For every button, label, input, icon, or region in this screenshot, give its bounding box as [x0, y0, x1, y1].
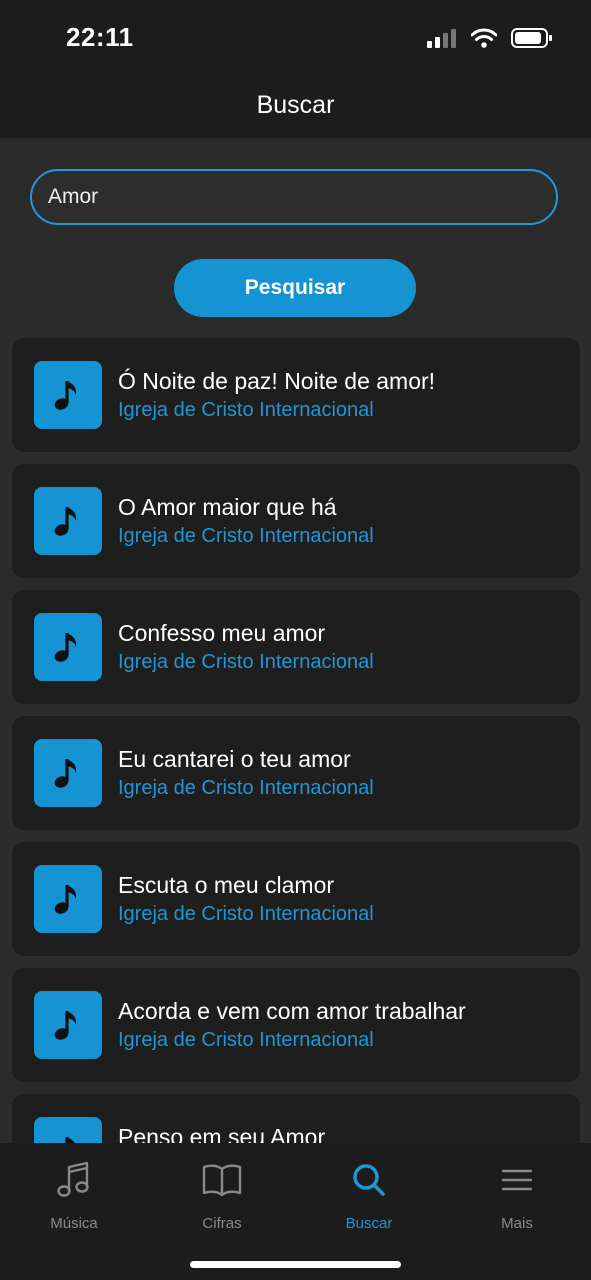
search-input[interactable]: [32, 171, 556, 223]
list-item[interactable]: O Amor maior que há Igreja de Cristo Inte…: [12, 464, 580, 578]
song-artist: Igreja de Cristo Internacional: [118, 525, 374, 547]
song-title: Acorda e vem com amor trabalhar: [118, 998, 466, 1024]
nav-bar: Buscar: [0, 80, 591, 138]
song-title: Escuta o meu clamor: [118, 872, 335, 898]
song-thumbnail: [34, 487, 102, 555]
music-note-icon: [54, 507, 77, 536]
song-artist: Igreja de Cristo Internacional: [118, 1029, 374, 1051]
tab-label: Buscar: [345, 1215, 393, 1232]
music-note-icon: [54, 633, 77, 662]
music-note-icon: [65, 1137, 75, 1143]
song-title: Eu cantarei o teu amor: [118, 746, 351, 772]
list-item[interactable]: Confesso meu amor Igreja de Cristo Intern…: [12, 590, 580, 704]
song-title: O Amor maior que há: [118, 494, 337, 520]
music-note-icon: [54, 885, 77, 914]
song-thumbnail: [34, 739, 102, 807]
song-thumbnail: [34, 865, 102, 933]
song-thumbnail: [34, 1117, 102, 1143]
list-item[interactable]: Acorda e vem com amor trabalhar Igreja de…: [12, 968, 580, 1082]
menu-icon: [501, 1169, 533, 1191]
song-artist: Igreja de Cristo Internacional: [118, 903, 374, 925]
search-icon: [353, 1164, 385, 1196]
status-time: 22:11: [66, 22, 134, 52]
tab-cifras[interactable]: Cifras: [162, 1159, 282, 1232]
tab-label: Cifras: [202, 1215, 242, 1232]
song-thumbnail: [34, 361, 102, 429]
list-item[interactable]: Ó Noite de paz! Noite de amor! Igreja de …: [12, 338, 580, 452]
wifi-icon: [471, 28, 497, 48]
results-list[interactable]: Ó Noite de paz! Noite de amor! Igreja de …: [12, 338, 580, 1143]
tab-bar: Música Cifras Buscar Mais: [0, 1143, 591, 1280]
song-title: Ó Noite de paz! Noite de amor!: [118, 368, 436, 394]
tab-musica[interactable]: Música: [14, 1159, 134, 1232]
music-note-icon: [54, 381, 77, 410]
song-thumbnail: [34, 613, 102, 681]
home-indicator: [190, 1261, 401, 1268]
list-item[interactable]: Eu cantarei o teu amor Igreja de Cristo I…: [12, 716, 580, 830]
song-thumbnail: [34, 991, 102, 1059]
search-field: [30, 169, 558, 225]
tab-label: Mais: [501, 1215, 533, 1232]
music-note-icon: [57, 1161, 89, 1197]
search-button[interactable]: Pesquisar: [174, 259, 416, 317]
song-artist: Igreja de Cristo Internacional: [118, 777, 374, 799]
battery-icon: [511, 28, 552, 48]
status-bar: 22:11: [0, 0, 591, 80]
tab-buscar[interactable]: Buscar: [309, 1159, 429, 1232]
song-title: Penso em seu Amor: [118, 1124, 326, 1143]
tab-label: Música: [50, 1215, 98, 1232]
signal-icon: [427, 29, 456, 48]
song-title: Confesso meu amor: [118, 620, 326, 646]
music-note-icon: [54, 759, 77, 788]
status-icons: [427, 28, 553, 48]
page-title: Buscar: [256, 91, 335, 119]
song-artist: Igreja de Cristo Internacional: [118, 651, 374, 673]
list-item[interactable]: Penso em seu Amor: [12, 1094, 580, 1143]
book-icon: [202, 1164, 242, 1197]
music-note-icon: [54, 1011, 77, 1040]
tab-mais[interactable]: Mais: [457, 1159, 577, 1232]
list-item[interactable]: Escuta o meu clamor Igreja de Cristo Inte…: [12, 842, 580, 956]
song-artist: Igreja de Cristo Internacional: [118, 399, 374, 421]
